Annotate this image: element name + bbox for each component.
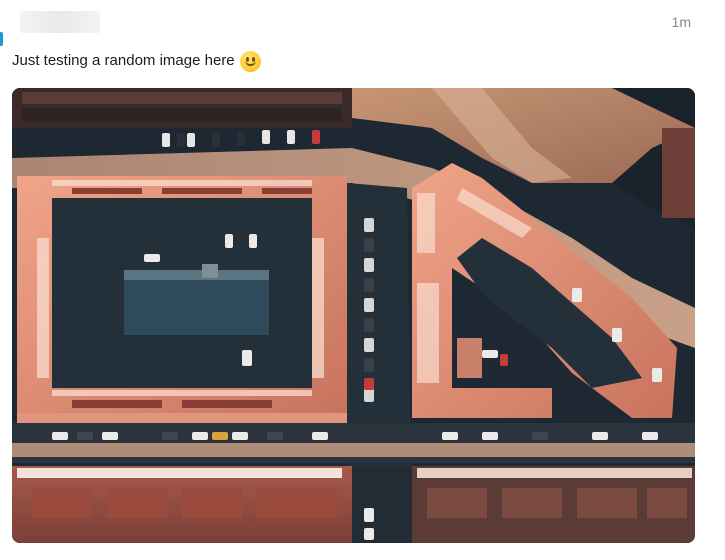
aerial-city-photo <box>12 88 695 543</box>
message-text: Just testing a random image here <box>12 52 235 69</box>
sender-name-redacted <box>20 11 100 33</box>
smile-emoji-icon <box>239 50 261 72</box>
image-attachment[interactable] <box>12 88 695 543</box>
message-timestamp[interactable]: 1m <box>672 14 691 30</box>
unread-indicator <box>0 32 3 46</box>
chat-message: 1m Just testing a random image here <box>0 0 725 560</box>
message-body: Just testing a random image here <box>12 50 261 72</box>
